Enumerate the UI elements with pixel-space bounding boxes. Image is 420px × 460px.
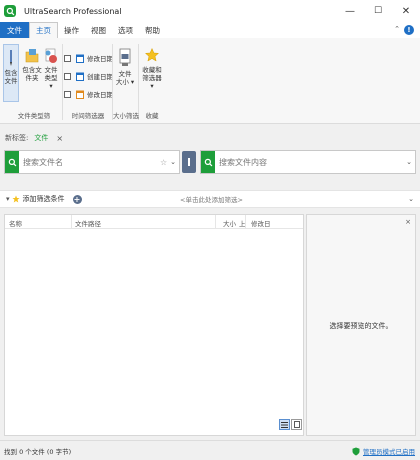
filename-search-box: ☆ ⌄ xyxy=(4,150,180,174)
file-size-label-1: 文件 xyxy=(118,70,132,78)
file-type-label-2: 类型 ▾ xyxy=(44,74,58,90)
results-header: 名称 文件路径 大小 上 修改日 xyxy=(5,215,303,229)
results-list[interactable]: 名称 文件路径 大小 上 修改日 xyxy=(4,214,304,436)
date-modified-label: 修改日期 xyxy=(87,55,113,63)
calendar-icon xyxy=(76,90,84,99)
filename-dropdown-icon[interactable]: ⌄ xyxy=(170,158,176,166)
include-files-label-2: 文件 xyxy=(4,77,18,85)
include-files-label-1: 包含 xyxy=(4,69,18,77)
filter-chevron-icon: ▾ xyxy=(6,195,10,203)
add-filter-plus-icon[interactable]: + xyxy=(72,194,82,204)
close-button[interactable]: ✕ xyxy=(392,0,420,22)
menu-help[interactable]: 帮助 xyxy=(139,22,166,38)
favorites-label-2: 筛选器 ▾ xyxy=(142,74,162,90)
filter-star-icon xyxy=(12,195,20,203)
filter-date-created-row[interactable]: 创建日期 xyxy=(64,70,113,82)
filter-date-modified-row[interactable]: 修改日期 xyxy=(64,52,113,64)
menu-actions[interactable]: 操作 xyxy=(58,22,85,38)
column-header-path[interactable]: 文件路径 xyxy=(75,218,101,228)
add-filter-dropdown[interactable]: ▾ 添加筛选条件 xyxy=(6,194,65,204)
preview-pane: × 选择要预览的文件。 xyxy=(306,214,416,436)
window-title: UltraSearch Professional xyxy=(24,6,122,16)
help-icon[interactable]: ! xyxy=(404,25,414,35)
group-label-size: 大小筛选 xyxy=(113,112,139,120)
magnifier-pen-icon xyxy=(5,49,17,67)
ribbon-separator xyxy=(112,44,113,120)
admin-mode-label: 管理员模式已启用 xyxy=(363,448,415,456)
group-label-file-types: 文件类型筛 xyxy=(17,112,51,120)
ribbon-separator xyxy=(138,44,139,120)
favorites-button[interactable]: 收藏和 筛选器 ▾ xyxy=(140,47,164,90)
group-label-favorites: 收藏 xyxy=(145,112,159,120)
status-file-count: 找到 0 个文件 (0 字节) xyxy=(4,447,72,456)
menu-view[interactable]: 视图 xyxy=(85,22,112,38)
minimize-button[interactable]: — xyxy=(336,0,364,22)
column-divider[interactable] xyxy=(71,215,72,229)
date-accessed-checkbox[interactable] xyxy=(64,90,71,98)
include-folders-button[interactable]: 包含文 件夹 xyxy=(22,48,42,82)
search-icon xyxy=(201,151,215,173)
date-modified-checkbox[interactable] xyxy=(64,54,71,62)
filter-expand-icon[interactable]: ⌄ xyxy=(408,195,414,203)
file-size-button[interactable]: 文件 大小 ▾ xyxy=(114,48,136,86)
content-dropdown-icon[interactable]: ⌄ xyxy=(406,158,412,166)
file-type-label-1: 文件 xyxy=(44,66,58,74)
preview-view-button[interactable] xyxy=(291,419,302,430)
favorites-label-1: 收藏和 xyxy=(142,66,162,74)
page-view-icon xyxy=(293,421,300,428)
file-type-button[interactable]: 文件 类型 ▾ xyxy=(42,48,60,90)
ribbon-collapse-icon[interactable]: ⌃ xyxy=(394,25,400,33)
details-view-button[interactable] xyxy=(279,419,290,430)
list-view-icon xyxy=(281,421,288,428)
filename-search-input[interactable] xyxy=(23,152,160,172)
menu-options[interactable]: 选项 xyxy=(112,22,139,38)
file-type-icon xyxy=(44,48,58,64)
filter-date-accessed-row[interactable]: 修改日期 xyxy=(64,88,113,100)
content-search-box: ⌄ xyxy=(200,150,416,174)
calendar-icon xyxy=(76,54,84,63)
menu-file[interactable]: 文件 xyxy=(0,22,29,38)
admin-mode-link[interactable]: 管理员模式已启用 xyxy=(352,446,415,456)
favorite-star-icon[interactable]: ☆ xyxy=(160,158,167,167)
folder-icon xyxy=(25,48,39,64)
add-filter-label: 添加筛选条件 xyxy=(22,195,65,203)
calendar-icon xyxy=(76,72,84,81)
column-header-size[interactable]: 大小 xyxy=(223,218,236,228)
maximize-button[interactable]: ☐ xyxy=(364,0,392,22)
menu-home[interactable]: 主页 xyxy=(29,22,58,38)
file-size-icon xyxy=(118,48,132,68)
preview-close-icon[interactable]: × xyxy=(405,218,411,226)
shield-icon xyxy=(352,447,360,455)
file-size-label-2: 大小 ▾ xyxy=(115,78,135,86)
ribbon: 包含 文件 包含文 件夹 文件 类型 ▾ 修改日期 创建日期 修改日期 文件 大… xyxy=(0,38,420,124)
column-header-name[interactable]: 名称 xyxy=(9,218,22,228)
content-search-input[interactable] xyxy=(219,152,407,172)
filter-bar: ▾ 添加筛选条件 + <单击此处添加筛选> ⌄ xyxy=(0,190,420,208)
date-created-checkbox[interactable] xyxy=(64,72,71,80)
new-tab-label: 新标签: xyxy=(5,134,29,142)
menu-bar: 文件 主页 操作 视图 选项 帮助 ⌃ ! xyxy=(0,22,420,38)
tab-close-icon[interactable]: × xyxy=(56,134,63,143)
tab-bar: 新标签: 文件 × xyxy=(0,128,420,148)
status-bar: 找到 0 个文件 (0 字节) 管理员模式已启用 xyxy=(0,440,420,460)
include-folders-label-1: 包含文 xyxy=(22,66,42,74)
tab-files[interactable]: 文件 xyxy=(34,133,48,143)
date-accessed-label: 修改日期 xyxy=(87,91,113,99)
search-icon xyxy=(5,151,19,173)
date-created-label: 创建日期 xyxy=(87,73,113,81)
column-divider[interactable] xyxy=(215,215,216,229)
title-bar: UltraSearch Professional — ☐ ✕ xyxy=(0,0,420,22)
group-label-time: 时间筛选器 xyxy=(71,112,105,120)
include-files-button[interactable]: 包含 文件 xyxy=(3,44,19,102)
column-divider[interactable] xyxy=(245,215,246,229)
search-options-button[interactable] xyxy=(182,151,196,173)
star-icon xyxy=(144,47,160,64)
app-logo-icon xyxy=(4,5,16,17)
search-options-icon xyxy=(188,158,190,166)
filter-placeholder-text[interactable]: <单击此处添加筛选> xyxy=(180,194,243,204)
include-folders-label-2: 件夹 xyxy=(25,74,39,82)
preview-placeholder-text: 选择要预览的文件。 xyxy=(329,322,393,330)
ribbon-separator xyxy=(62,44,63,120)
column-header-modified[interactable]: 修改日 xyxy=(251,218,271,228)
